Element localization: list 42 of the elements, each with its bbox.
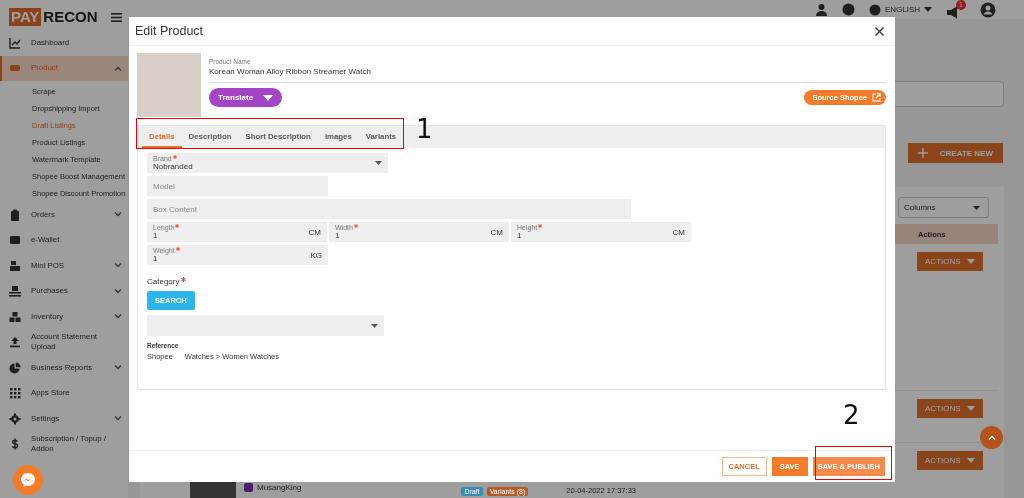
caret-icon [375,161,382,165]
chevron-icon [987,435,996,440]
external-link-icon [872,93,881,102]
input-field[interactable]: Box Content [147,199,631,219]
register-icon [9,259,21,272]
boxes-icon [9,310,21,323]
category-label: Category [147,277,180,286]
upload-icon [9,336,21,349]
dialog-title: Edit Product [135,24,204,38]
grid-icon [9,387,21,400]
columns-select[interactable]: Columns [898,197,989,218]
caret-icon [967,406,975,411]
pallet-icon [9,285,21,298]
clipboard-icon [9,208,21,221]
caret-icon [967,259,975,264]
close-icon[interactable] [875,26,884,36]
caret-icon [967,458,975,463]
plus-icon [917,148,928,158]
pie-icon [9,361,21,374]
dollar-icon [9,438,21,451]
payrecon-logo: PAY RECON [9,8,98,26]
caret-icon [973,205,980,210]
photo-placeholder [137,53,201,117]
caret-icon [924,7,932,12]
account-icon[interactable] [980,1,996,18]
menu-icon[interactable] [111,12,122,22]
caret-icon [371,323,378,328]
person-icon[interactable] [814,3,828,16]
gear-icon [9,412,21,425]
chart-icon [9,36,21,49]
shop-icon [244,483,253,492]
megaphone-icon [946,6,960,19]
wallet-icon [9,234,21,247]
input-field[interactable]: Model [147,176,328,196]
caret-icon [263,94,274,101]
chat-bubble-icon [20,472,36,488]
annotation-number: 2 [843,400,860,430]
product-name: Korean Woman Alloy Ribbon Streamer Watch [209,65,886,83]
annotation-number: 1 [416,114,433,144]
translate-button[interactable]: Translate [209,88,283,107]
language-selector[interactable]: ENGLISH [868,3,932,16]
product-name: MusangKing [257,483,302,492]
